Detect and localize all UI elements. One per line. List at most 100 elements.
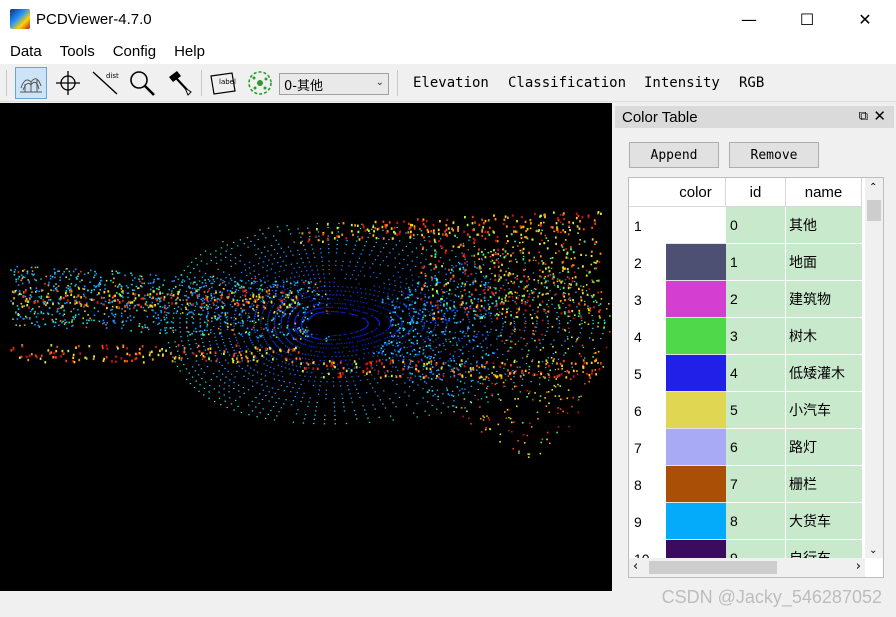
point xyxy=(408,330,411,332)
point xyxy=(305,361,308,365)
table-row[interactable]: 3 2 建筑物 xyxy=(629,281,862,318)
id-cell[interactable]: 1 xyxy=(726,244,786,281)
point xyxy=(458,348,460,351)
maximize-button[interactable]: ☐ xyxy=(778,0,836,38)
point xyxy=(564,312,566,315)
id-cell[interactable]: 6 xyxy=(726,429,786,466)
color-swatch[interactable] xyxy=(666,318,726,355)
color-swatch[interactable] xyxy=(666,392,726,429)
float-icon[interactable]: ⧉ xyxy=(859,108,868,124)
point xyxy=(526,302,528,304)
pick-point-button[interactable] xyxy=(52,67,84,99)
color-swatch[interactable] xyxy=(666,207,726,244)
color-swatch[interactable] xyxy=(666,355,726,392)
point xyxy=(260,322,262,324)
point xyxy=(90,319,93,321)
id-cell[interactable]: 4 xyxy=(726,355,786,392)
table-row[interactable]: 7 6 路灯 xyxy=(629,429,862,466)
table-row[interactable]: 2 1 地面 xyxy=(629,244,862,281)
point xyxy=(316,228,318,231)
point xyxy=(224,400,226,402)
label-button[interactable]: label xyxy=(207,67,239,99)
point xyxy=(568,425,570,428)
pan-button[interactable] xyxy=(163,67,195,99)
view-mode-button[interactable] xyxy=(15,67,47,99)
header-color[interactable]: color xyxy=(666,178,726,207)
mode-rgb[interactable]: RGB xyxy=(739,75,764,91)
close-icon[interactable]: ✕ xyxy=(873,107,886,125)
id-cell[interactable]: 7 xyxy=(726,466,786,503)
header-id[interactable]: id xyxy=(726,178,786,207)
point xyxy=(227,351,229,353)
zoom-button[interactable] xyxy=(126,67,158,99)
menu-config[interactable]: Config xyxy=(104,43,165,60)
point xyxy=(347,299,349,301)
point xyxy=(425,382,428,384)
point xyxy=(355,314,357,316)
point xyxy=(151,358,154,361)
name-cell[interactable]: 树木 xyxy=(786,318,862,355)
name-cell[interactable]: 低矮灌木 xyxy=(786,355,862,392)
color-swatch[interactable] xyxy=(666,466,726,503)
close-button[interactable]: ✕ xyxy=(836,0,894,38)
point xyxy=(349,393,351,395)
menu-tools[interactable]: Tools xyxy=(51,43,104,60)
point-cloud-viewport[interactable] xyxy=(0,103,612,591)
point xyxy=(82,317,84,320)
mode-classification[interactable]: Classification xyxy=(508,75,626,91)
color-swatch[interactable] xyxy=(666,244,726,281)
point xyxy=(329,302,331,304)
id-cell[interactable]: 2 xyxy=(726,281,786,318)
point xyxy=(353,360,356,363)
table-row[interactable]: 5 4 低矮灌木 xyxy=(629,355,862,392)
point xyxy=(449,365,451,367)
point xyxy=(294,374,296,376)
point xyxy=(497,265,500,268)
point xyxy=(130,272,132,274)
name-cell[interactable]: 建筑物 xyxy=(786,281,862,318)
name-cell[interactable]: 地面 xyxy=(786,244,862,281)
table-row[interactable]: 1 0 其他 xyxy=(629,207,862,244)
mode-elevation[interactable]: Elevation xyxy=(413,75,489,91)
id-cell[interactable]: 3 xyxy=(726,318,786,355)
point xyxy=(513,382,515,384)
remove-button[interactable]: Remove xyxy=(729,142,819,168)
menu-data[interactable]: Data xyxy=(0,43,51,60)
name-cell[interactable]: 栅栏 xyxy=(786,466,862,503)
point xyxy=(364,288,367,290)
table-row[interactable]: 4 3 树木 xyxy=(629,318,862,355)
menu-help[interactable]: Help xyxy=(165,43,214,60)
color-swatch[interactable] xyxy=(666,429,726,466)
table-row[interactable]: 6 5 小汽车 xyxy=(629,392,862,429)
point xyxy=(580,299,583,302)
point xyxy=(309,376,311,378)
header-name[interactable]: name xyxy=(786,178,862,207)
point xyxy=(512,273,514,275)
color-swatch[interactable] xyxy=(666,281,726,318)
point xyxy=(198,350,201,353)
id-cell[interactable]: 0 xyxy=(726,207,786,244)
measure-distance-button[interactable]: dist xyxy=(89,67,121,99)
mode-intensity[interactable]: Intensity xyxy=(644,75,720,91)
point xyxy=(94,270,96,273)
minimize-button[interactable]: — xyxy=(720,0,778,38)
append-button[interactable]: Append xyxy=(629,142,719,168)
point xyxy=(248,280,250,282)
point xyxy=(318,302,321,304)
name-cell[interactable]: 路灯 xyxy=(786,429,862,466)
point xyxy=(602,366,605,368)
point-cloud-canvas[interactable] xyxy=(0,103,612,591)
point xyxy=(228,337,230,340)
class-select[interactable]: 0-其他 ⌄ xyxy=(279,73,389,95)
name-cell[interactable]: 其他 xyxy=(786,207,862,244)
point xyxy=(350,299,352,301)
table-row[interactable]: 8 7 栅栏 xyxy=(629,466,862,503)
point xyxy=(405,305,407,308)
name-cell[interactable]: 小汽车 xyxy=(786,392,862,429)
point xyxy=(287,296,290,299)
point xyxy=(326,343,328,345)
point xyxy=(303,274,305,277)
classify-button[interactable] xyxy=(244,67,276,99)
point xyxy=(215,359,218,363)
id-cell[interactable]: 5 xyxy=(726,392,786,429)
